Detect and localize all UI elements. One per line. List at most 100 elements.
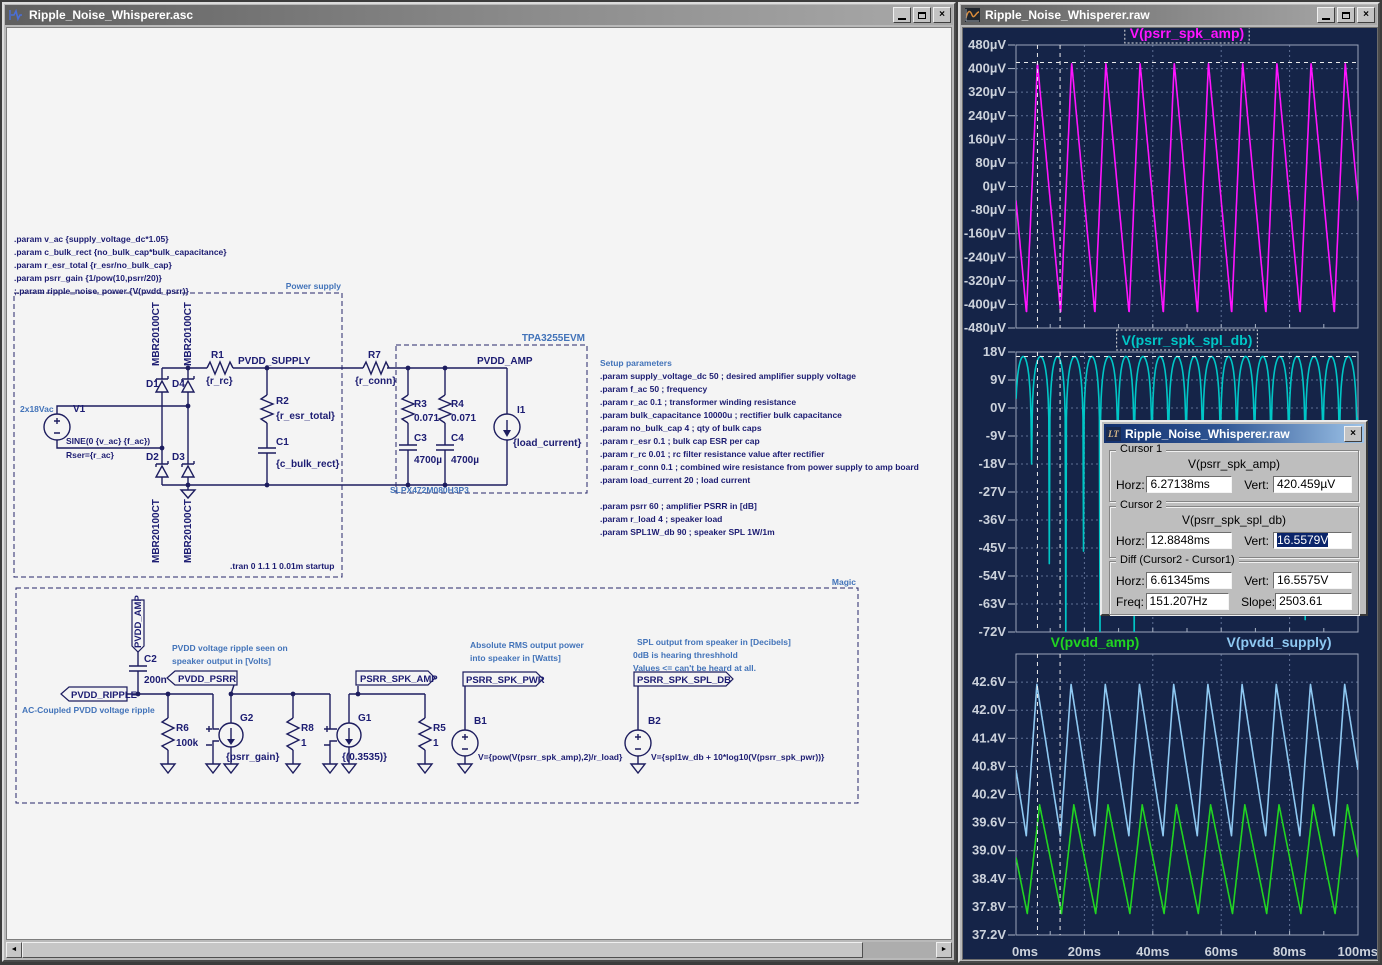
comment-rms-1[interactable]: Absolute RMS output power <box>470 640 584 650</box>
component-name[interactable]: R4 <box>451 399 464 410</box>
param-directives[interactable]: .param v_ac {supply_voltage_dc*1.05} .pa… <box>14 234 227 296</box>
trace-title[interactable]: V(pvdd_supply) <box>1226 634 1331 650</box>
spice-directive[interactable]: .param r_load 4 ; speaker load <box>600 514 722 524</box>
capacitor-C1[interactable]: C1 {c_bulk_rect} <box>258 437 339 470</box>
cursor-dialog[interactable]: LT Ripple_Noise_Whisperer.raw × Cursor 1… <box>1100 420 1368 616</box>
component-name[interactable]: R1 <box>211 350 224 361</box>
component-value[interactable]: 0.071 <box>451 413 476 424</box>
voltage-source-V1[interactable]: 2x18Vac V1 SINE(0 {v_ac} {f_ac}) Rser={r… <box>20 404 150 460</box>
comment-rms-2[interactable]: into speaker in [Watts] <box>470 653 561 663</box>
maximize-button[interactable] <box>913 7 931 23</box>
component-name[interactable]: R3 <box>414 399 427 410</box>
scrollbar-track[interactable] <box>22 942 936 958</box>
resistor-R5[interactable]: R5 1 <box>419 718 446 750</box>
component-value[interactable]: {r_esr_total} <box>276 411 335 422</box>
diode-D4[interactable]: D4 <box>172 376 194 392</box>
trace-title[interactable]: V(pvdd_amp) <box>1051 634 1140 650</box>
spice-directive[interactable]: .param psrr 60 ; amplifier PSRR in [dB] <box>600 501 757 511</box>
spice-directive[interactable]: .param r_esr_total {r_esr/no_bulk_cap} <box>14 260 172 270</box>
minimize-button[interactable] <box>893 7 911 23</box>
setup-heading[interactable]: Setup parameters <box>600 358 672 368</box>
svg-text:PVDD_AMP[interactable]: PVDD_AMP <box>133 595 144 648</box>
diff-horz-field[interactable]: 6.61345ms <box>1146 572 1232 589</box>
minimize-button[interactable] <box>1317 7 1335 23</box>
ground-symbols[interactable] <box>161 764 645 773</box>
diode-model-label[interactable]: MBR20100CT <box>183 499 194 563</box>
component-value[interactable]: 0.071 <box>414 413 439 424</box>
resistor-R2[interactable]: R2 {r_esr_total} <box>261 395 335 423</box>
spice-directive[interactable]: .param psrr_gain {1/pow(10,psrr/20)} <box>14 273 163 283</box>
component-name[interactable]: D4 <box>172 379 185 390</box>
ground-symbol[interactable] <box>181 490 195 498</box>
comment-spl-1[interactable]: SPL output from speaker in [Decibels] <box>637 637 791 647</box>
scroll-left-arrow[interactable]: ◄ <box>6 942 22 958</box>
component-name[interactable]: G1 <box>358 713 372 724</box>
component-name[interactable]: C4 <box>451 433 464 444</box>
component-value[interactable]: 4700µ <box>451 455 479 466</box>
component-value[interactable]: {(0.3535)} <box>342 752 387 763</box>
component-value[interactable]: {c_bulk_rect} <box>276 459 339 470</box>
diff-slope-field[interactable]: 2503.61 <box>1275 593 1352 610</box>
spice-directive[interactable]: .param r_esr 0.1 ; bulk cap ESR per cap <box>600 436 760 446</box>
net-flag-psrr-spk-spl-db[interactable]: PSRR_SPK_SPL_DB <box>634 672 733 686</box>
spice-directive[interactable]: .param load_current 20 ; load current <box>600 475 750 485</box>
capacitor-C4[interactable]: C4 4700µ <box>436 433 479 466</box>
component-value[interactable]: 1 <box>301 738 307 749</box>
component-value[interactable]: 200n <box>144 675 167 686</box>
component-name[interactable]: B2 <box>648 716 661 727</box>
close-icon[interactable]: × <box>1344 426 1362 442</box>
svg-text:PSRR_SPK_PWR[interactable]: PSRR_SPK_PWR <box>466 675 545 686</box>
component-name[interactable]: G2 <box>240 713 254 724</box>
schematic-canvas[interactable]: .param v_ac {supply_voltage_dc*1.05} .pa… <box>6 27 952 940</box>
scroll-right-arrow[interactable]: ► <box>936 942 952 958</box>
resistor-R4[interactable]: R4 0.071 <box>439 395 476 424</box>
cursor1-horz-field[interactable]: 6.27138ms <box>1146 476 1232 493</box>
component-name[interactable]: C2 <box>144 654 157 665</box>
power-supply-label[interactable]: Power supply <box>286 281 342 291</box>
spice-directive[interactable]: ;.param ripple_noise_power {V(pvdd_psrr)… <box>14 286 189 296</box>
spice-directive[interactable]: .param c_bulk_rect {no_bulk_cap*bulk_cap… <box>14 247 227 257</box>
bsource-B1[interactable]: B1 V={pow(V(psrr_spk_amp),2)/r_load} <box>452 716 623 762</box>
svg-text:PSRR_SPK_AMP[interactable]: PSRR_SPK_AMP <box>360 674 438 685</box>
component-name[interactable]: C1 <box>276 437 289 448</box>
diff-freq-field[interactable]: 151.207Hz <box>1146 593 1230 610</box>
component-value[interactable]: SINE(0 {v_ac} {f_ac}) <box>66 436 150 446</box>
net-label-pvdd-supply[interactable]: PVDD_SUPPLY <box>238 356 311 367</box>
component-name[interactable]: I1 <box>517 405 526 416</box>
schematic-titlebar[interactable]: Ripple_Noise_Whisperer.asc × <box>5 5 953 25</box>
scrollbar-thumb[interactable] <box>22 942 863 958</box>
close-button[interactable]: × <box>933 7 951 23</box>
net-flag-psrr-spk-pwr[interactable]: PSRR_SPK_PWR <box>463 672 545 686</box>
component-value[interactable]: {psrr_gain} <box>226 752 279 763</box>
close-button[interactable]: × <box>1357 7 1375 23</box>
resistor-R6[interactable]: R6 100k <box>162 718 199 750</box>
resistor-R8[interactable]: R8 1 <box>287 718 314 750</box>
tran-directive[interactable]: .tran 0 1.1 1 0.01m startup <box>230 561 334 571</box>
diode-D1[interactable]: D1 <box>146 376 168 392</box>
component-name[interactable]: R7 <box>368 350 381 361</box>
component-value[interactable]: 4700µ <box>414 455 442 466</box>
vccs-G2[interactable]: G2 {psrr_gain} <box>206 713 279 763</box>
svg-text:PSRR_SPK_SPL_DB[interactable]: PSRR_SPK_SPL_DB <box>637 675 731 686</box>
component-name[interactable]: B1 <box>474 716 487 727</box>
diode-model-label[interactable]: MBR20100CT <box>183 302 194 366</box>
capacitor-part-number[interactable]: SLPX472M080H3P3 <box>390 485 469 495</box>
svg-text:PVDD_PSRR[interactable]: PVDD_PSRR <box>178 674 236 685</box>
component-name[interactable]: D1 <box>146 379 159 390</box>
tpa-evm-label[interactable]: TPA3255EVM <box>522 333 585 344</box>
spice-directive[interactable]: .param v_ac {supply_voltage_dc*1.05} <box>14 234 169 244</box>
component-name[interactable]: C3 <box>414 433 427 444</box>
spice-directive[interactable]: .param f_ac 50 ; frequency <box>600 384 708 394</box>
diode-D3[interactable]: D3 <box>172 452 194 477</box>
capacitor-C3[interactable]: C3 4700µ <box>399 433 442 466</box>
component-value[interactable]: {r_conn} <box>355 376 396 387</box>
component-name[interactable]: D2 <box>146 452 159 463</box>
diff-vert-field[interactable]: 16.5575V <box>1273 572 1352 589</box>
component-value[interactable]: 1 <box>433 738 439 749</box>
diode-D2[interactable]: D2 <box>146 452 168 477</box>
svg-text:PVDD_RIPPLE[interactable]: PVDD_RIPPLE <box>71 690 137 701</box>
horizontal-scrollbar[interactable]: ◄ ► <box>6 942 952 958</box>
component-name[interactable]: D3 <box>172 452 185 463</box>
component-name[interactable]: R8 <box>301 723 314 734</box>
resistor-R3[interactable]: R3 0.071 <box>402 395 439 424</box>
